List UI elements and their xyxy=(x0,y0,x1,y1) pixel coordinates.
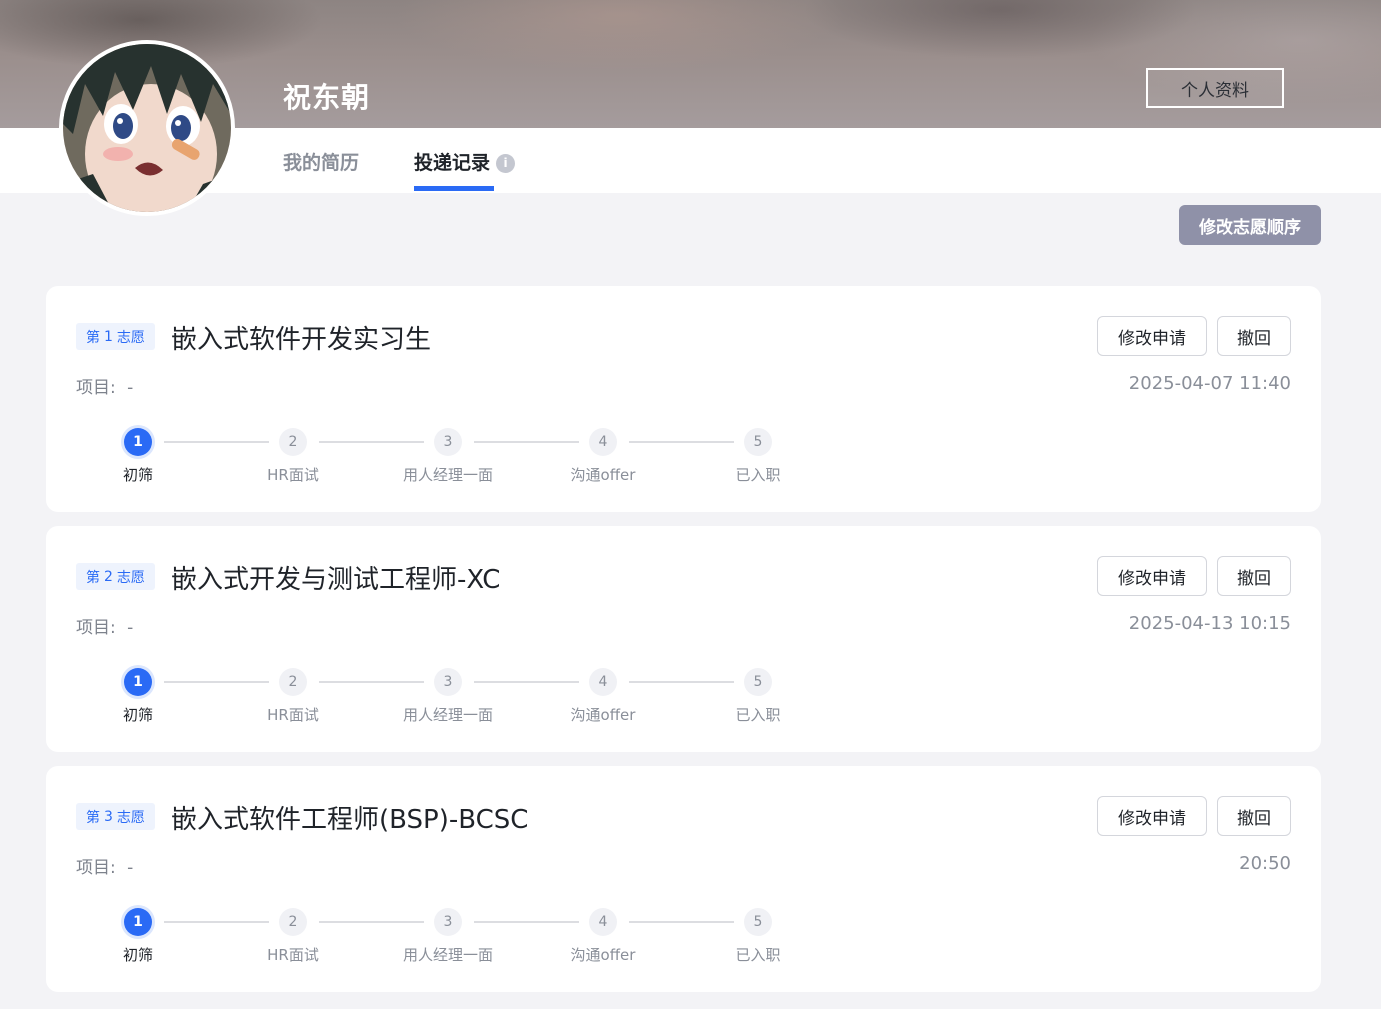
change-order-button[interactable]: 修改志愿顺序 xyxy=(1179,205,1321,245)
choice-suffix: 志愿 xyxy=(116,329,145,346)
application-card: 第 3 志愿 嵌入式软件工程师(BSP)-BCSC 修改申请 撤回 项目: - 20… xyxy=(46,766,1321,992)
tab-label: 我的简历 xyxy=(283,152,360,174)
project-label: 项目: xyxy=(76,858,116,878)
tab-label: 投递记录 xyxy=(414,152,491,174)
step-label: HR面试 xyxy=(267,466,319,484)
choice-suffix: 志愿 xyxy=(116,569,145,586)
step-connector xyxy=(629,441,734,443)
project-value: - xyxy=(127,858,134,878)
project-field: 项目: - xyxy=(76,613,133,638)
progress-steps: 1 初筛 2 HR面试 3 用人经理一面 4 沟通offer 5 已入职 xyxy=(46,668,846,728)
step-connector xyxy=(474,681,579,683)
step-connector xyxy=(319,921,424,923)
step-label: 用人经理一面 xyxy=(402,466,494,484)
step-dot: 4 xyxy=(589,668,617,696)
step-label: HR面试 xyxy=(267,706,319,724)
step-label: 用人经理一面 xyxy=(402,706,494,724)
step-connector xyxy=(164,441,269,443)
step-connector xyxy=(474,441,579,443)
step-dot: 4 xyxy=(589,908,617,936)
choice-number: 1 xyxy=(104,328,113,345)
step-label: 沟通offer xyxy=(570,466,636,484)
edit-application-button[interactable]: 修改申请 xyxy=(1097,556,1207,596)
progress-steps: 1 初筛 2 HR面试 3 用人经理一面 4 沟通offer 5 已入职 xyxy=(46,908,846,968)
step-dot: 5 xyxy=(744,668,772,696)
withdraw-button[interactable]: 撤回 xyxy=(1217,796,1291,836)
choice-badge: 第 1 志愿 xyxy=(76,323,155,350)
avatar[interactable] xyxy=(59,40,235,216)
progress-steps: 1 初筛 2 HR面试 3 用人经理一面 4 沟通offer 5 已入职 xyxy=(46,428,846,488)
step-dot: 4 xyxy=(589,428,617,456)
step-label: 初筛 xyxy=(122,946,154,964)
choice-badge: 第 2 志愿 xyxy=(76,563,155,590)
tab-application-records[interactable]: 投递记录 i xyxy=(414,148,516,175)
choice-prefix: 第 xyxy=(86,329,100,346)
project-label: 项目: xyxy=(76,378,116,398)
step-connector xyxy=(629,921,734,923)
info-icon[interactable]: i xyxy=(496,153,516,173)
project-field: 项目: - xyxy=(76,853,133,878)
edit-application-button[interactable]: 修改申请 xyxy=(1097,796,1207,836)
step-label: 初筛 xyxy=(122,466,154,484)
step-dot: 1 xyxy=(124,668,152,696)
step-connector xyxy=(629,681,734,683)
step-label: 用人经理一面 xyxy=(402,946,494,964)
step-label: 已入职 xyxy=(735,946,781,964)
application-date: 20:50 xyxy=(1239,853,1291,874)
choice-number: 3 xyxy=(104,808,113,825)
step-dot: 5 xyxy=(744,908,772,936)
step-label: 已入职 xyxy=(735,706,781,724)
step-dot: 1 xyxy=(124,428,152,456)
withdraw-button[interactable]: 撤回 xyxy=(1217,556,1291,596)
step-dot: 5 xyxy=(744,428,772,456)
step-connector xyxy=(319,441,424,443)
project-label: 项目: xyxy=(76,618,116,638)
user-name: 祝东朝 xyxy=(283,81,371,114)
step-connector xyxy=(319,681,424,683)
profile-button[interactable]: 个人资料 xyxy=(1146,68,1284,108)
step-dot: 3 xyxy=(434,428,462,456)
step-label: HR面试 xyxy=(267,946,319,964)
step-dot: 2 xyxy=(279,908,307,936)
step-dot: 3 xyxy=(434,908,462,936)
step-label: 沟通offer xyxy=(570,706,636,724)
application-date: 2025-04-07 11:40 xyxy=(1128,373,1291,394)
application-card: 第 1 志愿 嵌入式软件开发实习生 修改申请 撤回 项目: - 2025-04-07… xyxy=(46,286,1321,512)
step-dot: 3 xyxy=(434,668,462,696)
application-date: 2025-04-13 10:15 xyxy=(1128,613,1291,634)
step-dot: 2 xyxy=(279,668,307,696)
choice-number: 2 xyxy=(104,568,113,585)
step-label: 初筛 xyxy=(122,706,154,724)
project-value: - xyxy=(127,618,134,638)
step-label: 沟通offer xyxy=(570,946,636,964)
avatar-image xyxy=(63,44,231,212)
active-tab-indicator xyxy=(414,186,494,191)
step-dot: 2 xyxy=(279,428,307,456)
step-dot: 1 xyxy=(124,908,152,936)
choice-prefix: 第 xyxy=(86,569,100,586)
project-field: 项目: - xyxy=(76,373,133,398)
edit-application-button[interactable]: 修改申请 xyxy=(1097,316,1207,356)
application-card: 第 2 志愿 嵌入式开发与测试工程师-XC 修改申请 撤回 项目: - 2025-0… xyxy=(46,526,1321,752)
job-title[interactable]: 嵌入式开发与测试工程师-XC xyxy=(171,559,500,596)
step-connector xyxy=(164,921,269,923)
choice-badge: 第 3 志愿 xyxy=(76,803,155,830)
tab-my-resume[interactable]: 我的简历 xyxy=(283,148,359,175)
step-connector xyxy=(474,921,579,923)
job-title[interactable]: 嵌入式软件工程师(BSP)-BCSC xyxy=(171,799,528,836)
choice-prefix: 第 xyxy=(86,809,100,826)
job-title[interactable]: 嵌入式软件开发实习生 xyxy=(171,319,431,356)
project-value: - xyxy=(127,378,134,398)
step-connector xyxy=(164,681,269,683)
choice-suffix: 志愿 xyxy=(116,809,145,826)
withdraw-button[interactable]: 撤回 xyxy=(1217,316,1291,356)
step-label: 已入职 xyxy=(735,466,781,484)
